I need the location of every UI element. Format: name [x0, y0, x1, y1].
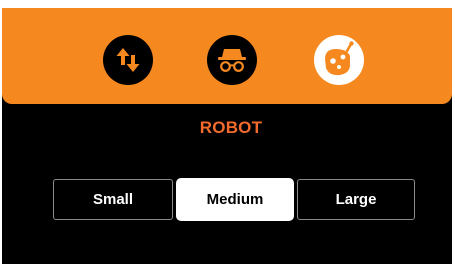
size-medium-button[interactable]: Medium: [176, 178, 294, 221]
transfer-arrows-icon: [103, 35, 153, 85]
mode-robot-button[interactable]: [314, 35, 364, 85]
mode-incognito-button[interactable]: [207, 35, 257, 85]
mode-toolbar: [2, 8, 452, 104]
size-small-button[interactable]: Small: [53, 179, 173, 220]
size-large-button[interactable]: Large: [297, 179, 415, 220]
section-title: ROBOT: [199, 118, 263, 137]
incognito-icon: [207, 35, 257, 85]
robot-icon: [314, 35, 364, 85]
mode-transfer-button[interactable]: [103, 35, 153, 85]
app-panel: ROBOT Small Medium Large: [2, 8, 452, 264]
